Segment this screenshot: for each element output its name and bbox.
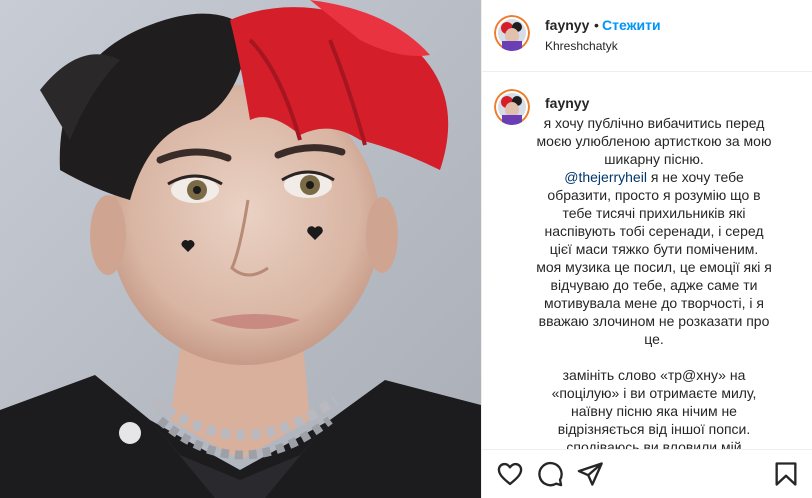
avatar-image xyxy=(494,15,530,51)
caption-line: наївну пісню яка нічим не xyxy=(571,403,737,419)
caption-line: вважаю злочином не розказати про xyxy=(538,313,770,329)
share-icon-glyph xyxy=(577,462,603,486)
caption-line: відрізняється від іншої попси. xyxy=(557,421,751,437)
author-avatar[interactable] xyxy=(494,15,530,51)
post-photo[interactable] xyxy=(0,0,481,498)
caption-line: @thejerryheil я не хочу тебе xyxy=(504,168,804,186)
post-action-bar xyxy=(482,449,812,498)
share-icon[interactable] xyxy=(576,460,604,488)
caption-area[interactable]: faynyy я хочу публічно вибачитись перед … xyxy=(482,72,812,449)
caption-line: моєю улюбленою артисткою за мою xyxy=(536,133,772,149)
instagram-post-view: faynyy • Стежити Khreshchatyk faynyy я х… xyxy=(0,0,812,498)
caption-line: мотивувала мене до творчості, і я xyxy=(544,295,764,311)
caption-line: відчуваю до тебе, адже саме ти xyxy=(550,277,758,293)
caption-line: я хочу публічно вибачитись перед xyxy=(543,115,765,131)
caption-line: замініть слово «тр@хну» на xyxy=(562,367,746,383)
caption-line: образити, просто я розумію що в xyxy=(547,187,761,203)
post-sidebar: faynyy • Стежити Khreshchatyk faynyy я х… xyxy=(481,0,812,498)
caption-line: цієї маси тяжко бути поміченим. xyxy=(549,241,759,257)
portrait-image xyxy=(0,0,481,498)
caption-line: наспівують тобі серенади, і серед xyxy=(544,223,764,239)
caption-text: я не хочу тебе xyxy=(646,169,744,185)
bookmark-icon-glyph xyxy=(775,462,797,486)
separator-dot: • xyxy=(594,17,599,33)
caption-line: тебе тисячі прихильників які xyxy=(562,205,746,221)
comment-icon-glyph xyxy=(538,461,563,487)
post-location[interactable]: Khreshchatyk xyxy=(545,39,618,53)
post-header: faynyy • Стежити Khreshchatyk xyxy=(482,0,812,72)
heart-icon-glyph xyxy=(497,462,523,486)
heart-icon[interactable] xyxy=(496,460,524,488)
author-username[interactable]: faynyy xyxy=(545,17,589,33)
caption-line: шикарну пісню. xyxy=(604,151,704,167)
caption-line: сподіваюсь ви вловили мій xyxy=(566,439,742,449)
caption-author-username[interactable]: faynyy xyxy=(545,95,589,111)
comment-icon[interactable] xyxy=(536,460,564,488)
bookmark-icon[interactable] xyxy=(772,460,800,488)
caption-line: «поцілую» і ви отримаєте милу, xyxy=(551,385,757,401)
mention-link[interactable]: @thejerryheil xyxy=(564,169,647,185)
caption-line: моя музика це посил, це емоції які я xyxy=(536,259,772,275)
caption-line: це. xyxy=(644,331,664,347)
follow-button[interactable]: Стежити xyxy=(602,17,661,33)
